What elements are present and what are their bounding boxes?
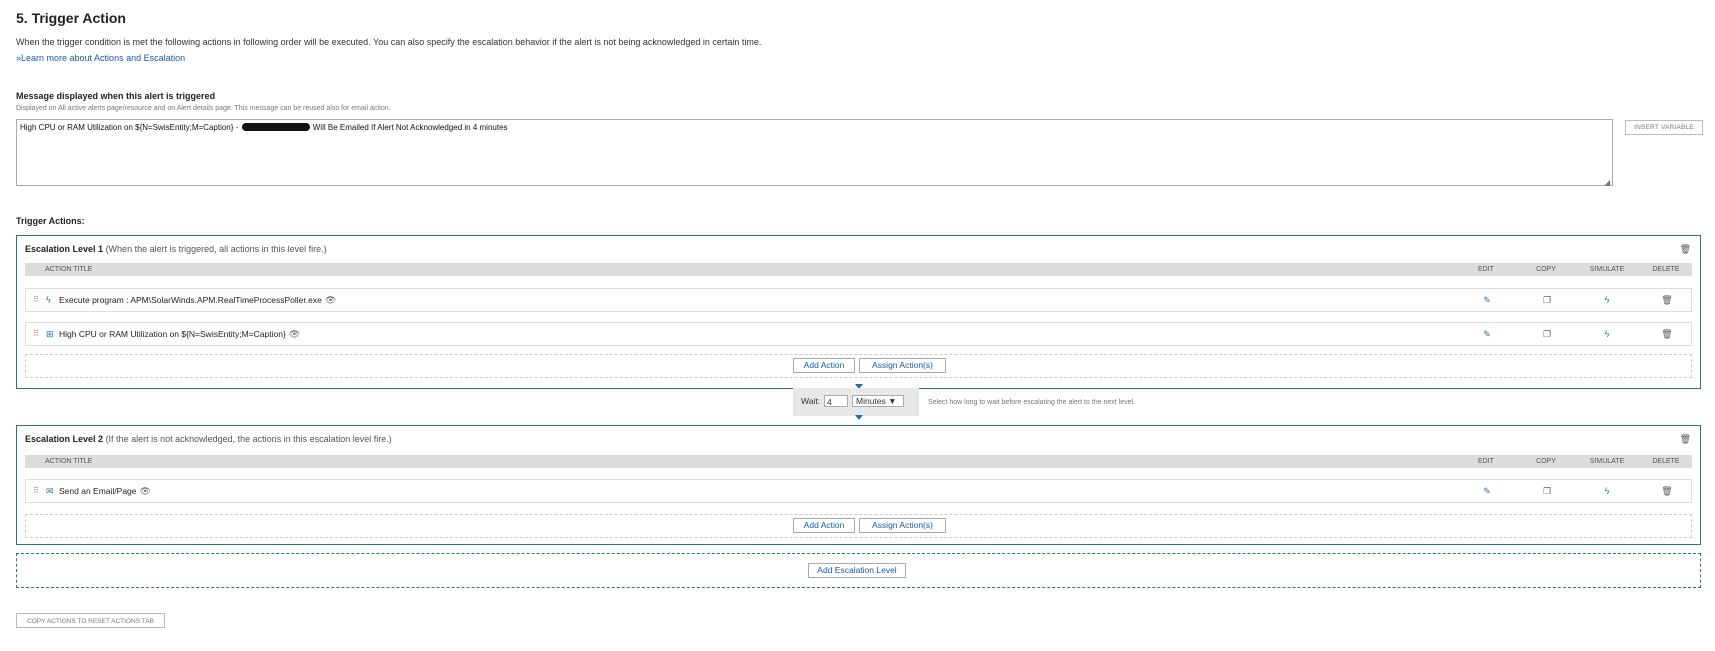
learn-more-link[interactable]: »Learn more about Actions and Escalation [16,53,185,63]
escalation-level-header: Escalation Level 2 (If the alert is not … [25,434,392,444]
add-action-button[interactable]: Add Action [793,518,855,533]
resize-grip-icon[interactable]: ◢ [1604,178,1610,187]
col-action-title: ACTION TITLE [45,266,93,273]
drag-handle-icon[interactable]: ⠿ [33,289,39,311]
add-escalation-level-area: Add Escalation Level [16,553,1701,588]
col-edit: EDIT [1478,266,1494,273]
drag-handle-icon[interactable]: ⠿ [33,323,39,345]
delete-trash-icon[interactable]: 🗑 [1652,323,1682,345]
message-text-start: High CPU or RAM Utilization on ${N=SwisE… [20,123,241,132]
bolt-icon: ϟ [46,295,51,305]
action-title[interactable]: High CPU or RAM Utilization on ${N=SwisE… [59,329,286,339]
simulate-bolt-icon[interactable]: ϟ [1592,480,1622,502]
add-action-button[interactable]: Add Action [793,358,855,373]
trigger-actions-label: Trigger Actions: [16,216,85,226]
col-delete: DELETE [1652,266,1680,273]
message-icon: ⊞ [46,329,54,339]
insert-variable-button[interactable]: INSERT VARIABLE [1625,120,1703,135]
eye-icon[interactable]: 👁 [325,295,336,305]
edit-pencil-icon[interactable]: ✎ [1472,289,1502,311]
actions-table-header: ACTION TITLE EDIT COPY SIMULATE DELETE [25,455,1692,468]
col-copy: COPY [1536,458,1556,465]
simulate-bolt-icon[interactable]: ϟ [1592,289,1622,311]
copy-icon[interactable]: ❐ [1532,289,1562,311]
section-title: 5. Trigger Action [16,10,126,26]
eye-icon[interactable]: 👁 [289,329,300,339]
add-action-area: Add Action Assign Action(s) [25,514,1692,538]
wait-hint: Select how long to wait before escalatin… [928,399,1136,406]
message-sublabel: Displayed on All active alerts page/reso… [16,105,391,112]
col-delete: DELETE [1652,458,1680,465]
add-escalation-level-button[interactable]: Add Escalation Level [808,563,906,578]
simulate-bolt-icon[interactable]: ϟ [1592,323,1622,345]
eye-icon[interactable]: 👁 [140,486,151,496]
actions-table-header: ACTION TITLE EDIT COPY SIMULATE DELETE [25,263,1692,276]
col-simulate: SIMULATE [1589,458,1625,465]
wait-value-input[interactable]: 4 [824,395,848,407]
delete-level-icon[interactable]: 🗑 [1680,244,1691,255]
alert-message-textarea[interactable]: High CPU or RAM Utilization on ${N=SwisE… [16,119,1613,186]
escalation-level-1: Escalation Level 1 (When the alert is tr… [16,235,1701,389]
assign-actions-button[interactable]: Assign Action(s) [859,518,946,533]
edit-pencil-icon[interactable]: ✎ [1472,323,1502,345]
delete-trash-icon[interactable]: 🗑 [1652,289,1682,311]
action-row[interactable]: ⠿ ⊞ High CPU or RAM Utilization on ${N=S… [25,322,1692,346]
wait-label: Wait: [801,396,821,406]
wait-control: Wait: 4 Minutes ▼ [793,388,919,416]
edit-pencil-icon[interactable]: ✎ [1472,480,1502,502]
redacted-text [241,123,310,131]
delete-trash-icon[interactable]: 🗑 [1652,480,1682,502]
action-row[interactable]: ⠿ ✉ Send an Email/Page 👁 ✎ ❐ ϟ 🗑 [25,479,1692,503]
escalation-level-subtitle: (When the alert is triggered, all action… [105,244,327,254]
section-description: When the trigger condition is met the fo… [16,37,762,47]
add-action-area: Add Action Assign Action(s) [25,354,1692,378]
drag-handle-icon[interactable]: ⠿ [33,480,39,502]
envelope-icon: ✉ [46,486,54,496]
col-copy: COPY [1536,266,1556,273]
escalation-level-name: Escalation Level 2 [25,434,104,444]
col-edit: EDIT [1478,458,1494,465]
connector-arrow-icon [855,415,863,420]
delete-level-icon[interactable]: 🗑 [1680,434,1691,445]
action-row[interactable]: ⠿ ϟ Execute program : APM\SolarWinds.APM… [25,288,1692,312]
col-action-title: ACTION TITLE [45,458,93,465]
message-label: Message displayed when this alert is tri… [16,91,216,101]
action-title[interactable]: Execute program : APM\SolarWinds.APM.Rea… [59,295,322,305]
copy-icon[interactable]: ❐ [1532,323,1562,345]
assign-actions-button[interactable]: Assign Action(s) [859,358,946,373]
col-simulate: SIMULATE [1589,266,1625,273]
message-text-end: Will Be Emailed If Alert Not Acknowledge… [310,123,508,132]
copy-icon[interactable]: ❐ [1532,480,1562,502]
escalation-level-2: Escalation Level 2 (If the alert is not … [16,425,1701,545]
wait-unit-select[interactable]: Minutes ▼ [852,395,904,407]
copy-actions-button[interactable]: COPY ACTIONS TO RESET ACTIONS TAB [16,613,165,628]
escalation-level-name: Escalation Level 1 [25,244,104,254]
escalation-level-header: Escalation Level 1 (When the alert is tr… [25,244,327,254]
action-title[interactable]: Send an Email/Page [59,486,137,496]
escalation-level-subtitle: (If the alert is not acknowledged, the a… [105,434,392,444]
